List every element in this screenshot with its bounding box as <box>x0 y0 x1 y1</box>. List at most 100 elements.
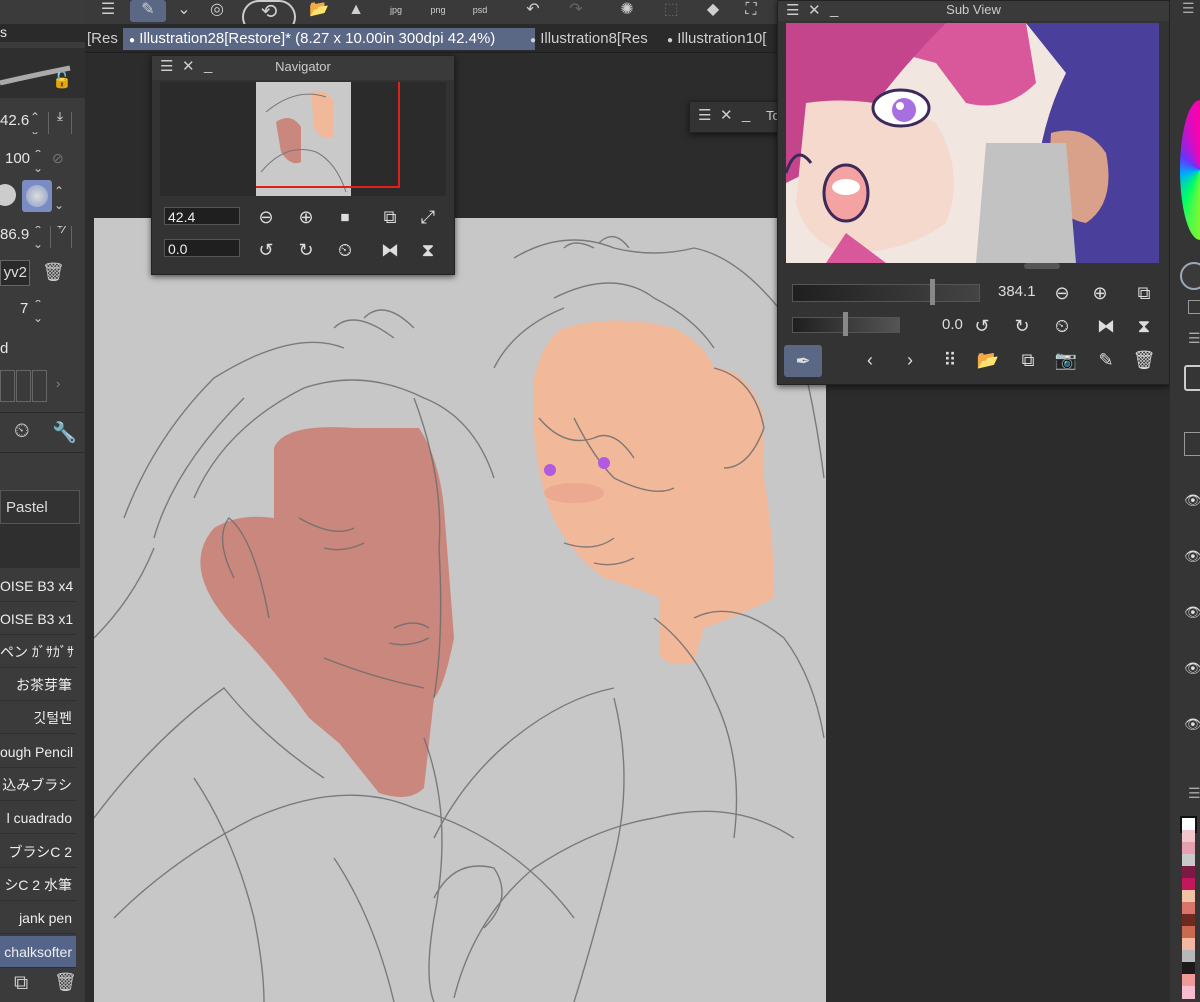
chevron-right-icon[interactable]: › <box>56 376 60 391</box>
lock-icon[interactable]: 🔓 <box>52 70 72 90</box>
segment-bar[interactable]: › <box>0 370 70 402</box>
tab-active[interactable]: ● Illustration28[Restore]* (8.27 x 10.00… <box>123 28 535 50</box>
close-icon[interactable]: ✕ <box>720 106 733 124</box>
rotate-left-icon[interactable]: ↺ <box>254 239 278 261</box>
brush-item[interactable]: OISE B3 x1 <box>0 603 76 635</box>
chevron-down-icon[interactable]: ⌄ <box>173 0 195 22</box>
color-wheel[interactable] <box>1180 100 1200 240</box>
opacity-value[interactable]: 100 <box>5 150 30 167</box>
menu-icon[interactable]: ☰ <box>95 0 121 22</box>
current-color-icon[interactable] <box>1180 262 1200 290</box>
fill-icon[interactable]: ◆ <box>699 0 727 22</box>
zoom-in-icon[interactable]: ⊕ <box>294 206 318 228</box>
edit-icon[interactable]: ✎ <box>1094 349 1118 371</box>
redo-icon[interactable]: ↷ <box>563 0 589 22</box>
drag-handle-icon[interactable]: ☰ <box>1182 0 1195 17</box>
tip-soft-icon[interactable] <box>22 180 52 212</box>
flip-vertical-icon[interactable]: ⧗ <box>416 239 440 261</box>
rotation-field[interactable]: 0.0 <box>164 239 240 257</box>
drag-handle-icon[interactable]: ☰ <box>160 57 173 75</box>
drag-handle-icon[interactable]: ☰ <box>1188 330 1200 347</box>
transform-icon[interactable]: ⬚ <box>657 0 685 22</box>
zoom-out-icon[interactable]: ⊖ <box>254 206 278 228</box>
density-stepper-icon[interactable]: ⌃ ⌄ <box>33 226 43 248</box>
brush-item-selected[interactable]: chalksofter <box>0 936 76 968</box>
brush-group-tab[interactable]: Pastel <box>0 490 80 524</box>
actual-size-icon[interactable]: ⧉ <box>1132 282 1156 304</box>
tab-partial[interactable]: [Res <box>87 28 119 50</box>
stabilizer-value[interactable]: 7 <box>20 300 28 317</box>
tip-stepper-icon[interactable]: ⌃ ⌄ <box>54 184 64 212</box>
undo-icon[interactable]: ↶ <box>520 0 546 22</box>
zoom-slider[interactable] <box>792 279 980 305</box>
pen-tool-icon[interactable]: ✎ <box>130 0 166 22</box>
brush-item[interactable]: 込みブラシ <box>0 769 76 801</box>
visibility-eye-icon[interactable]: 👁 <box>1184 492 1200 509</box>
camera-icon[interactable]: 📷 <box>1054 349 1078 371</box>
subview-scroll-handle[interactable] <box>1024 263 1060 269</box>
brush-item[interactable]: お茶芽筆 <box>0 669 76 701</box>
crop-icon[interactable]: ⛶ <box>737 0 765 22</box>
visibility-eye-icon[interactable]: 👁 <box>1184 660 1200 677</box>
brush-item[interactable]: ブラシC 2 <box>0 836 76 868</box>
grid-icon[interactable]: ⠿ <box>938 349 962 371</box>
actual-size-icon[interactable]: ⧉ <box>378 206 402 228</box>
loading-icon[interactable]: ✺ <box>613 0 641 22</box>
flip-vertical-icon[interactable]: ⧗ <box>1132 315 1156 337</box>
pressure-icon[interactable]: ⁺⁄ <box>50 226 72 248</box>
next-icon[interactable]: › <box>898 349 922 371</box>
zoom-out-icon[interactable]: ⊖ <box>1050 282 1074 304</box>
panel-tab-fragment[interactable]: s <box>0 24 85 42</box>
brush-item[interactable]: ough Pencil <box>0 736 76 768</box>
rotate-right-icon[interactable]: ↻ <box>294 239 318 261</box>
fit-stop-icon[interactable]: ⏹ <box>333 206 357 228</box>
close-icon[interactable]: ✕ <box>182 57 195 75</box>
visibility-eye-icon[interactable]: 👁 <box>1184 548 1200 565</box>
tab[interactable]: ● Illustration8[Res <box>530 28 658 50</box>
opacity-stepper-icon[interactable]: ⌃ ⌄ <box>33 150 43 172</box>
drawing-canvas[interactable] <box>94 218 826 1002</box>
drag-handle-icon[interactable]: ☰ <box>1188 785 1200 802</box>
image-icon[interactable]: ▲ <box>343 0 369 22</box>
density-value[interactable]: 86.9 <box>0 226 29 243</box>
viewport-frame[interactable] <box>256 82 400 188</box>
spiral-icon[interactable]: ◎ <box>203 0 231 22</box>
zoom-in-icon[interactable]: ⊕ <box>1088 282 1112 304</box>
brush-item[interactable]: ペン ｶﾞｻｶﾞｻ <box>0 636 76 668</box>
brush-item[interactable]: jank pen <box>0 902 76 934</box>
rotation-slider[interactable] <box>792 312 900 336</box>
stabilizer-stepper-icon[interactable]: ⌃ ⌄ <box>33 300 43 322</box>
previous-icon[interactable]: ‹ <box>858 349 882 371</box>
folder-icon[interactable]: 📂 <box>307 0 331 22</box>
tip-circle-icon[interactable] <box>0 184 16 206</box>
delete-brush-icon[interactable]: 🗑 <box>54 972 77 993</box>
duplicate-icon[interactable]: ⧉ <box>14 972 28 995</box>
brush-item[interactable]: 깃털펜 <box>0 702 76 734</box>
brush-name-field[interactable]: yv2 <box>0 260 30 286</box>
close-icon[interactable]: ✕ <box>808 1 821 19</box>
flip-horizontal-icon[interactable]: ⧓ <box>1094 315 1118 337</box>
delete-icon[interactable]: 🗑 <box>1132 349 1156 371</box>
size-value[interactable]: 42.6 <box>0 112 29 129</box>
export-png-icon[interactable]: png <box>423 0 453 22</box>
zoom-slider-thumb[interactable] <box>930 279 935 305</box>
import-icon[interactable]: ⧉ <box>1016 349 1040 371</box>
download-icon[interactable]: ⤓ <box>48 112 72 134</box>
size-stepper-icon[interactable]: ⌃ ⌄ <box>30 112 40 134</box>
layer-page-icon[interactable] <box>1184 432 1200 456</box>
visibility-eye-icon[interactable]: 👁 <box>1184 716 1200 733</box>
wrench-icon[interactable]: 🔧 <box>52 420 77 445</box>
palette-swatch[interactable] <box>1182 986 1195 999</box>
brush-item[interactable]: シC 2 水筆 <box>0 869 76 901</box>
drag-handle-icon[interactable]: ☰ <box>786 1 799 19</box>
export-psd-icon[interactable]: psd <box>465 0 495 22</box>
reset-rotation-icon[interactable]: ⏲ <box>333 239 357 261</box>
navigator-preview[interactable] <box>160 82 446 196</box>
brush-item[interactable]: OISE B3 x4 <box>0 570 76 602</box>
eyedropper-icon[interactable]: ✒ <box>784 345 822 377</box>
trash-icon[interactable]: 🗑 <box>42 262 65 283</box>
rotate-right-icon[interactable]: ↻ <box>1010 315 1034 337</box>
flip-horizontal-icon[interactable]: ⧓ <box>378 239 402 261</box>
zoom-field[interactable]: 42.4 <box>164 207 240 225</box>
minimize-icon[interactable]: _ <box>204 57 212 74</box>
